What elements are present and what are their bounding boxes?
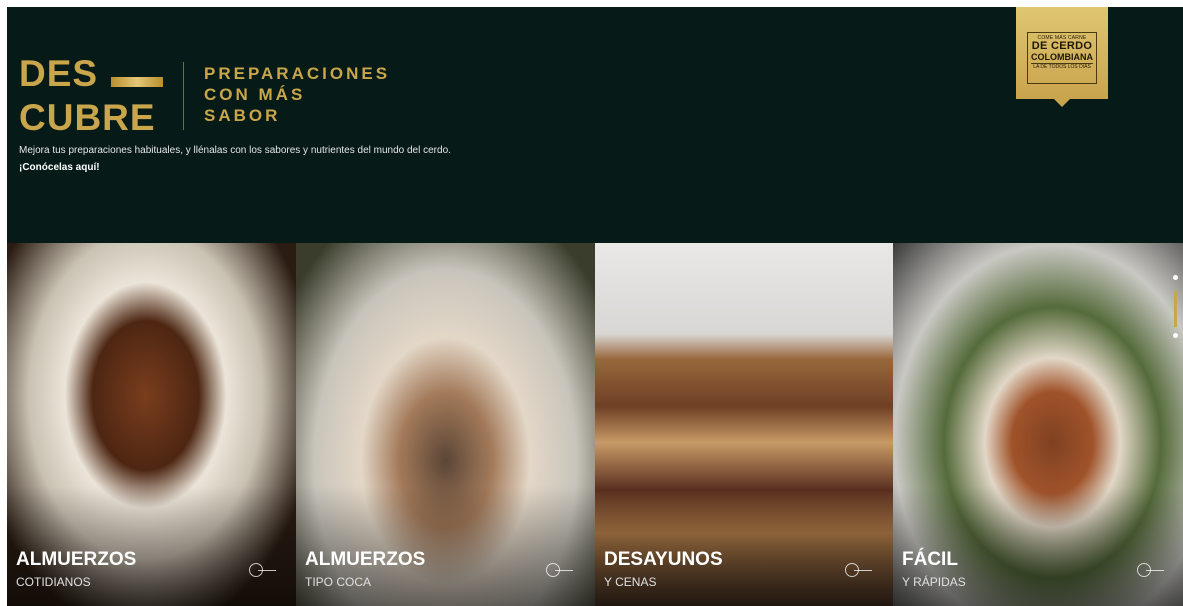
badge-pointer — [1054, 99, 1070, 107]
brand-line-1: DES — [19, 53, 99, 94]
brand-line-2: CUBRE — [19, 97, 156, 138]
tagline-line-2: CON MÁS — [204, 85, 306, 104]
badge-line-4: LA DE TODOS LOS DÍAS — [1031, 63, 1093, 71]
hero-banner: DES CUBRE PREPARACIONES CON MÁS SABOR Me… — [7, 7, 1183, 243]
pager-dot[interactable] — [1173, 275, 1178, 280]
pager-dot[interactable] — [1173, 333, 1178, 338]
arrow-line — [1146, 570, 1164, 571]
arrow-line — [555, 570, 573, 571]
tagline: PREPARACIONES CON MÁS SABOR — [204, 63, 444, 126]
category-card[interactable]: FÁCIL Y RÁPIDAS — [893, 243, 1183, 606]
category-card[interactable]: ALMUERZOS TIPO COCA — [296, 243, 596, 606]
tagline-line-1: PREPARACIONES — [204, 64, 391, 83]
card-title: DESAYUNOS — [604, 549, 723, 570]
cta-link[interactable]: ¡Conócelas aquí! — [19, 162, 100, 173]
arrow-line — [854, 570, 872, 571]
tagline-line-3: SABOR — [204, 106, 281, 125]
badge-seal: COME MÁS CARNE DE CERDO COLOMBIANA LA DE… — [1027, 32, 1097, 84]
pager-active-indicator[interactable] — [1174, 291, 1177, 327]
hero-description: Mejora tus preparaciones habituales, y l… — [19, 145, 451, 156]
category-cards: ALMUERZOS COTIDIANOS ALMUERZOS TIPO COCA… — [7, 243, 1183, 606]
card-title: ALMUERZOS — [305, 549, 426, 570]
card-title: FÁCIL — [902, 549, 958, 570]
card-subtitle: COTIDIANOS — [16, 575, 91, 589]
slide-pager — [1172, 275, 1180, 345]
category-card[interactable]: ALMUERZOS COTIDIANOS — [7, 243, 297, 606]
card-subtitle: Y RÁPIDAS — [902, 575, 966, 589]
arrow-line — [258, 570, 276, 571]
brand-bar — [111, 77, 163, 87]
card-subtitle: TIPO COCA — [305, 575, 372, 589]
brand-divider — [183, 62, 184, 130]
brand-badge[interactable]: COME MÁS CARNE DE CERDO COLOMBIANA LA DE… — [1016, 7, 1108, 99]
badge-line-2: DE CERDO — [1031, 40, 1093, 52]
card-title: ALMUERZOS — [16, 549, 137, 570]
category-card[interactable]: DESAYUNOS Y CENAS — [595, 243, 894, 606]
card-subtitle: Y CENAS — [604, 575, 657, 589]
badge-line-3: COLOMBIANA — [1031, 52, 1093, 62]
